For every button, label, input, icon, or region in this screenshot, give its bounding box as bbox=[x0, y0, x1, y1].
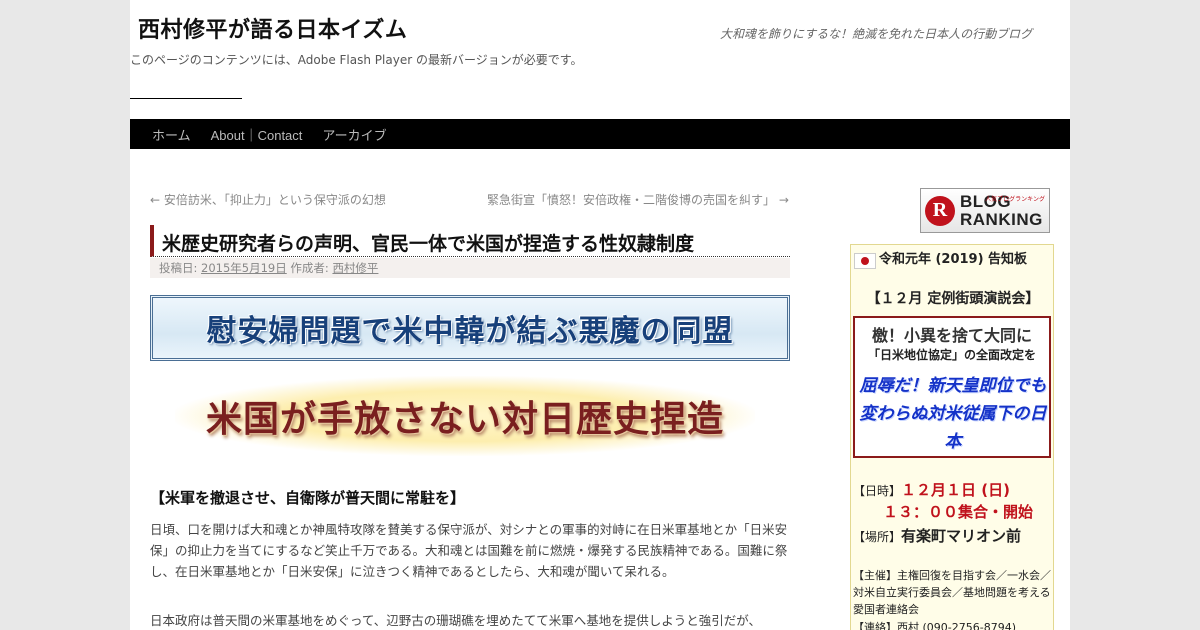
page-container: 西村修平が語る日本イズム 大和魂を飾りにするな！絶滅を免れた日本人の行動ブログ … bbox=[130, 0, 1070, 630]
flash-player-message: このページのコンテンツには、Adobe Flash Player の最新バージョ… bbox=[130, 53, 583, 67]
notice-place-label: 【場所】 bbox=[853, 530, 902, 544]
site-description: 大和魂を飾りにするな！絶滅を免れた日本人の行動ブログ bbox=[720, 27, 1033, 41]
headline-banner-red-text: 米国が手放さない対日歴史捏造 bbox=[205, 399, 724, 440]
headline-banner-red: 米国が手放さない対日歴史捏造 bbox=[175, 376, 755, 456]
post-author-link[interactable]: 西村修平 bbox=[332, 261, 378, 275]
post-meta: 投稿日: 2015年5月19日 作成者: 西村修平 bbox=[150, 258, 790, 278]
previous-post-link[interactable]: ← 安倍訪米、「抑止力」という保守派の幻想 bbox=[150, 191, 386, 208]
notice-place-row: 【場所】有楽町マリオン前 bbox=[853, 525, 1021, 546]
blog-ranking-badge[interactable]: R BLOG RANKING 人気ブログランキング bbox=[920, 188, 1050, 233]
next-post-link[interactable]: 緊急街宣「憤怒！安倍政権・二階俊博の売国を糾す」 → bbox=[487, 191, 789, 208]
header-divider bbox=[130, 98, 242, 99]
ranking-small-text: 人気ブログランキング bbox=[985, 196, 1045, 203]
ranking-ranking-text: RANKING bbox=[960, 209, 1043, 229]
headline-banner-blue-text: 慰安婦問題で米中韓が結ぶ悪魔の同盟 bbox=[206, 314, 734, 349]
notice-organizer: 【主催】主権回復を目指す会／一水会／対米自立実行委員会／基地問題を考える愛国者連… bbox=[853, 569, 1051, 616]
nav-item-archive[interactable]: アーカイブ bbox=[312, 125, 396, 144]
notice-contact: 【連絡】西村 (090-2756-8794) bbox=[853, 621, 1017, 630]
nav-item-about-contact[interactable]: About｜Contact bbox=[201, 125, 313, 144]
notice-event-title: 【１２月 定例街頭演説会】 bbox=[866, 291, 1040, 307]
nav-item-home[interactable]: ホーム bbox=[142, 125, 201, 144]
post-paragraph: 日頃、口を開けば大和魂とか神風特攻隊を賛美する保守派が、対シナとの軍事的対峙に在… bbox=[150, 522, 788, 579]
notice-date-row: 【日時】１２月１日 (日) bbox=[853, 479, 1010, 500]
post-author-label: 作成者: bbox=[290, 261, 329, 275]
slogan-line-2: 「日米地位協定」の全面改定を bbox=[867, 348, 1036, 362]
headline-banner-blue: 慰安婦問題で米中韓が結ぶ悪魔の同盟 bbox=[150, 295, 790, 361]
notice-board: 令和元年 (2019) 告知板 【１２月 定例街頭演説会】 檄！小異を捨て大同に… bbox=[850, 244, 1054, 630]
notice-title: 令和元年 (2019) 告知板 bbox=[878, 252, 1028, 267]
notice-slogan-box: 檄！小異を捨て大同に 「日米地位協定」の全面改定を 屈辱だ！新天皇即位でも変わら… bbox=[853, 316, 1051, 458]
notice-date-value: １２月１日 (日) bbox=[901, 481, 1010, 499]
post-title: 米歴史研究者らの声明、官民一体で米国が捏造する性奴隷制度 bbox=[150, 225, 790, 257]
main-navigation: ホーム About｜Contact アーカイブ bbox=[130, 119, 1070, 149]
post-paragraph: 日本政府は普天間の米軍基地をめぐって、辺野古の珊瑚礁を埋めたてて米軍へ基地を提供… bbox=[150, 613, 762, 628]
section-heading: 【米軍を撤退させ、自衛隊が普天間に常駐を】 bbox=[150, 489, 466, 507]
notice-place-value: 有楽町マリオン前 bbox=[901, 527, 1022, 545]
ranking-r-icon: R bbox=[925, 195, 955, 226]
notice-date-label: 【日時】 bbox=[853, 484, 902, 498]
post-date-label: 投稿日: bbox=[159, 261, 198, 275]
slogan-line-3: 屈辱だ！新天皇即位でも変わらぬ対米従属下の日本 bbox=[859, 376, 1047, 452]
post-date-link[interactable]: 2015年5月19日 bbox=[201, 261, 287, 275]
site-title[interactable]: 西村修平が語る日本イズム bbox=[138, 12, 407, 44]
notice-time-value: １３：００集合・開始 bbox=[883, 503, 1034, 521]
slogan-line-1: 檄！小異を捨て大同に bbox=[871, 326, 1032, 345]
